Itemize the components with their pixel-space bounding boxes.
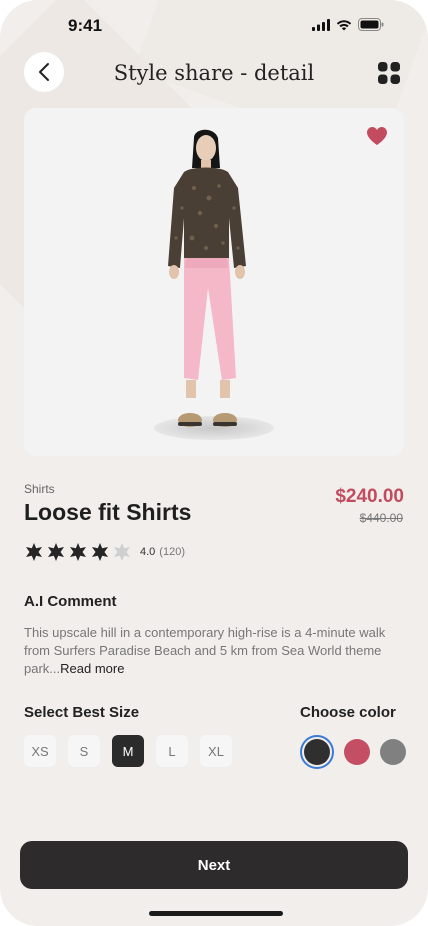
ai-comment-text: This upscale hill in a contemporary high… bbox=[24, 624, 394, 678]
home-indicator bbox=[149, 911, 283, 916]
phone-screen: 9:41 Style share - detail Shirts Loose f… bbox=[0, 0, 428, 926]
star-icon bbox=[114, 543, 130, 561]
product-image-card[interactable] bbox=[24, 108, 404, 456]
product-model-image bbox=[168, 129, 246, 427]
star-icon bbox=[48, 543, 64, 561]
status-bar: 9:41 bbox=[0, 16, 428, 40]
size-option-s[interactable]: S bbox=[68, 735, 100, 767]
product-category: Shirts bbox=[24, 482, 55, 496]
signal-icon bbox=[312, 18, 330, 31]
color-option-gray[interactable] bbox=[380, 739, 406, 765]
rating: 4.0 (120) bbox=[24, 542, 185, 562]
size-selector: XS S M L XL bbox=[24, 735, 232, 767]
size-section-title: Select Best Size bbox=[24, 704, 140, 721]
star-icon bbox=[70, 543, 86, 561]
read-more-link[interactable]: Read more bbox=[60, 661, 124, 676]
page-title: Style share - detail bbox=[113, 61, 315, 85]
wifi-icon bbox=[336, 19, 352, 30]
product-name: Loose fit Shirts bbox=[24, 499, 192, 525]
color-selector bbox=[300, 735, 406, 769]
header: Style share - detail bbox=[0, 52, 428, 96]
review-count: (120) bbox=[159, 546, 185, 558]
size-option-xl[interactable]: XL bbox=[200, 735, 232, 767]
status-icons bbox=[312, 18, 384, 31]
grid-menu-icon[interactable] bbox=[378, 62, 400, 84]
next-button[interactable]: Next bbox=[20, 841, 408, 889]
status-time: 9:41 bbox=[68, 16, 103, 35]
color-option-rose[interactable] bbox=[344, 739, 370, 765]
rating-value: 4.0 bbox=[140, 546, 156, 558]
color-section-title: Choose color bbox=[300, 704, 396, 721]
star-icon bbox=[92, 543, 108, 561]
battery-icon bbox=[358, 18, 384, 31]
size-option-xs[interactable]: XS bbox=[24, 735, 56, 767]
size-option-l[interactable]: L bbox=[156, 735, 188, 767]
ai-comment-title: A.I Comment bbox=[24, 593, 117, 610]
star-icon bbox=[26, 543, 42, 561]
color-option-dark[interactable] bbox=[300, 735, 334, 769]
product-old-price: $440.00 bbox=[359, 511, 403, 525]
product-price: $240.00 bbox=[335, 486, 404, 507]
size-option-m[interactable]: M bbox=[112, 735, 144, 767]
